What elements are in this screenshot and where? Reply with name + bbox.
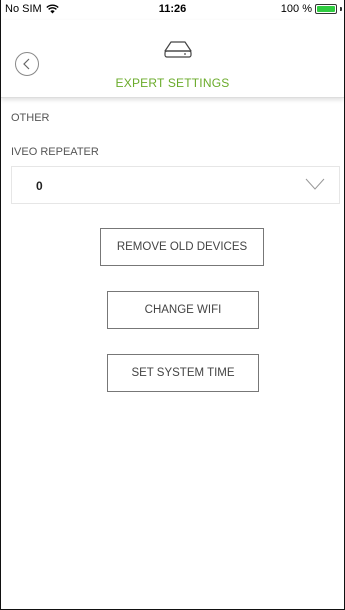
router-device-icon xyxy=(164,41,192,58)
change-wifi-button[interactable]: CHANGE WIFI xyxy=(107,291,259,329)
battery-fill xyxy=(317,6,335,12)
remove-old-devices-button[interactable]: REMOVE OLD DEVICES xyxy=(100,228,264,266)
chevron-down-icon xyxy=(305,178,325,190)
header: EXPERT SETTINGS xyxy=(1,20,344,98)
battery-tip xyxy=(340,7,342,11)
section-title-other: OTHER xyxy=(11,112,50,124)
chevron-left-icon xyxy=(23,58,30,70)
repeater-selected-value: 0 xyxy=(36,179,43,193)
battery-indicator: 100 % xyxy=(281,3,342,15)
repeater-label: IVEO REPEATER xyxy=(11,146,99,158)
repeater-select[interactable]: 0 xyxy=(11,166,340,204)
page-title: EXPERT SETTINGS xyxy=(115,76,230,90)
back-button[interactable] xyxy=(15,52,39,76)
battery-percent: 100 % xyxy=(280,3,312,15)
set-system-time-button[interactable]: SET SYSTEM TIME xyxy=(107,354,259,392)
status-bar: No SIM 11:26 100 % xyxy=(1,0,344,20)
app-screen: No SIM 11:26 100 % EXPERT SETTINGS OTHER… xyxy=(0,0,345,610)
battery-icon xyxy=(315,4,337,14)
